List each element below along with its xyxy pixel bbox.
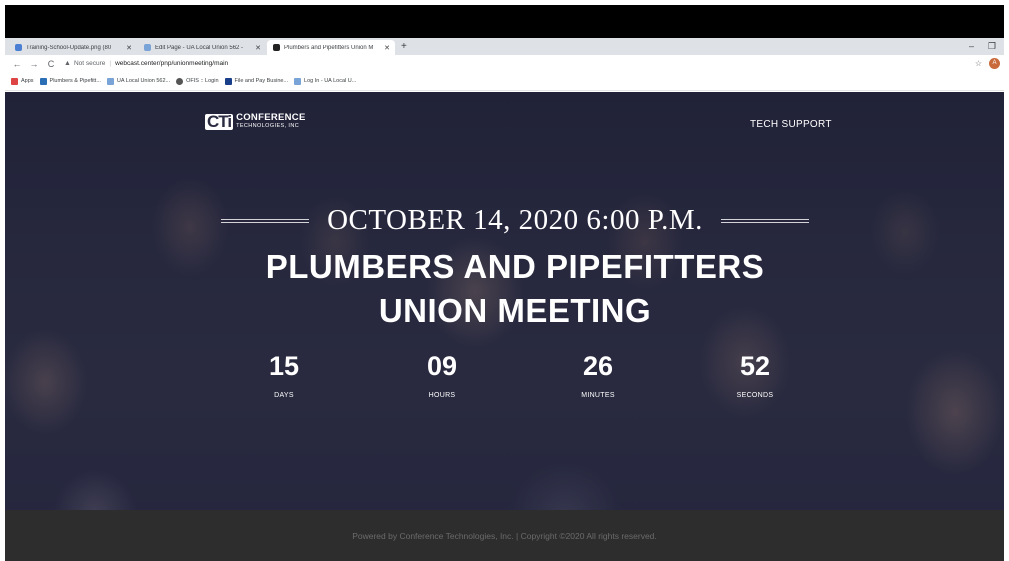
bookmark-label: Log In - UA Local U...	[304, 78, 357, 84]
logo-mark: CTi	[205, 112, 234, 131]
back-arrow-icon[interactable]: ←	[12, 59, 22, 69]
countdown-days: 15 DAYS	[224, 350, 344, 399]
bookmark-plumbers[interactable]: Plumbers & Pipefitt...	[39, 77, 101, 85]
event-title-line2: UNION MEETING	[378, 292, 652, 329]
countdown-value: 26	[582, 351, 614, 381]
tab-favicon-icon	[15, 44, 22, 51]
bookmark-ua-local[interactable]: UA Local Union 562...	[106, 77, 171, 85]
close-icon[interactable]: ✕	[126, 44, 132, 52]
date-divider-right	[720, 218, 809, 223]
close-icon[interactable]: ✕	[384, 44, 390, 52]
event-date: OCTOBER 14, 2020 6:00 P.M.	[327, 204, 703, 236]
top-black-bar	[5, 5, 1004, 38]
bookmark-apps[interactable]: Apps	[11, 77, 34, 85]
countdown-value: 09	[426, 351, 458, 381]
countdown-value: 15	[268, 351, 300, 381]
hero-section: CTi CONFERENCE TECHNOLOGIES, INC TECH SU…	[5, 92, 1004, 510]
bookmarks-bar: Apps Plumbers & Pipefitt... UA Local Uni…	[5, 72, 1004, 91]
restore-icon[interactable]: ❐	[988, 38, 996, 54]
countdown-hours: 09 HOURS	[382, 350, 502, 399]
bookmark-favicon-icon	[39, 77, 47, 85]
bookmark-favicon-icon	[294, 77, 302, 85]
apps-grid-icon	[11, 77, 18, 85]
forward-arrow-icon[interactable]: →	[29, 59, 39, 69]
cti-logo[interactable]: CTi CONFERENCE TECHNOLOGIES, INC	[205, 112, 306, 131]
reload-icon[interactable]: C	[46, 59, 56, 69]
tab-title: Plumbers and Pipefitters Union M	[284, 44, 374, 51]
tab-training-school[interactable]: Training-School-Update.png (80 ✕	[9, 40, 137, 55]
security-label: Not secure	[73, 60, 106, 67]
countdown-minutes: 26 MINUTES	[538, 350, 658, 399]
logo-line1: CONFERENCE	[236, 112, 306, 123]
bookmark-label: File and Pay Busine...	[234, 78, 289, 84]
globe-icon	[176, 77, 184, 85]
bookmark-label: OFIS :: Login	[186, 78, 219, 84]
warning-icon: ▲	[64, 60, 71, 67]
tab-strip: Training-School-Update.png (80 ✕ Edit Pa…	[5, 38, 1004, 55]
new-tab-button[interactable]: +	[401, 40, 407, 54]
date-divider-left	[221, 218, 310, 223]
bookmark-ofis[interactable]: OFIS :: Login	[176, 77, 219, 85]
url-separator: |	[109, 60, 112, 67]
minimize-icon[interactable]: –	[969, 38, 974, 54]
address-bar: ← → C ▲ Not secure | webcast.center/pnp/…	[5, 55, 1004, 72]
tab-plumbers-pipefitters[interactable]: Plumbers and Pipefitters Union M ✕	[267, 40, 395, 55]
countdown-seconds: 52 SECONDS	[695, 350, 815, 399]
event-date-row: OCTOBER 14, 2020 6:00 P.M.	[5, 204, 1004, 237]
url-field[interactable]: ▲ Not secure | webcast.center/pnp/unionm…	[64, 60, 228, 67]
countdown-label: MINUTES	[581, 392, 615, 399]
bookmark-file-pay[interactable]: File and Pay Busine...	[224, 77, 289, 85]
footer-copyright: Powered by Conference Technologies, Inc.…	[352, 530, 657, 541]
close-icon[interactable]: ✕	[255, 44, 261, 52]
tab-favicon-icon	[144, 44, 151, 51]
tab-favicon-icon	[273, 44, 280, 51]
bookmark-label: UA Local Union 562...	[116, 78, 171, 84]
logo-line2: TECHNOLOGIES, INC	[236, 123, 300, 129]
screen: Training-School-Update.png (80 ✕ Edit Pa…	[0, 0, 1009, 561]
countdown-label: SECONDS	[736, 392, 774, 399]
page-footer: Powered by Conference Technologies, Inc.…	[5, 510, 1004, 561]
countdown-label: HOURS	[428, 392, 456, 399]
countdown-value: 52	[739, 351, 771, 381]
url-text: webcast.center/pnp/unionmeeting/main	[115, 60, 229, 67]
tab-title: Training-School-Update.png (80	[26, 44, 112, 51]
event-title-line1: PLUMBERS AND PIPEFITTERS	[265, 248, 765, 285]
bookmark-star-icon[interactable]: ☆	[975, 59, 982, 68]
event-title: PLUMBERS AND PIPEFITTERS UNION MEETING	[5, 245, 1004, 333]
bookmark-label: Apps	[21, 78, 34, 84]
countdown-label: DAYS	[274, 392, 294, 399]
tab-title: Edit Page - UA Local Union 562 -	[155, 44, 244, 51]
profile-avatar[interactable]: A	[989, 58, 1000, 69]
tech-support-link[interactable]: TECH SUPPORT	[750, 119, 832, 130]
bookmark-label: Plumbers & Pipefitt...	[49, 78, 101, 84]
bookmark-login-ua[interactable]: Log In - UA Local U...	[294, 77, 357, 85]
bookmark-favicon-icon	[224, 77, 232, 85]
bookmark-favicon-icon	[106, 77, 114, 85]
tab-edit-page[interactable]: Edit Page - UA Local Union 562 - ✕	[138, 40, 266, 55]
